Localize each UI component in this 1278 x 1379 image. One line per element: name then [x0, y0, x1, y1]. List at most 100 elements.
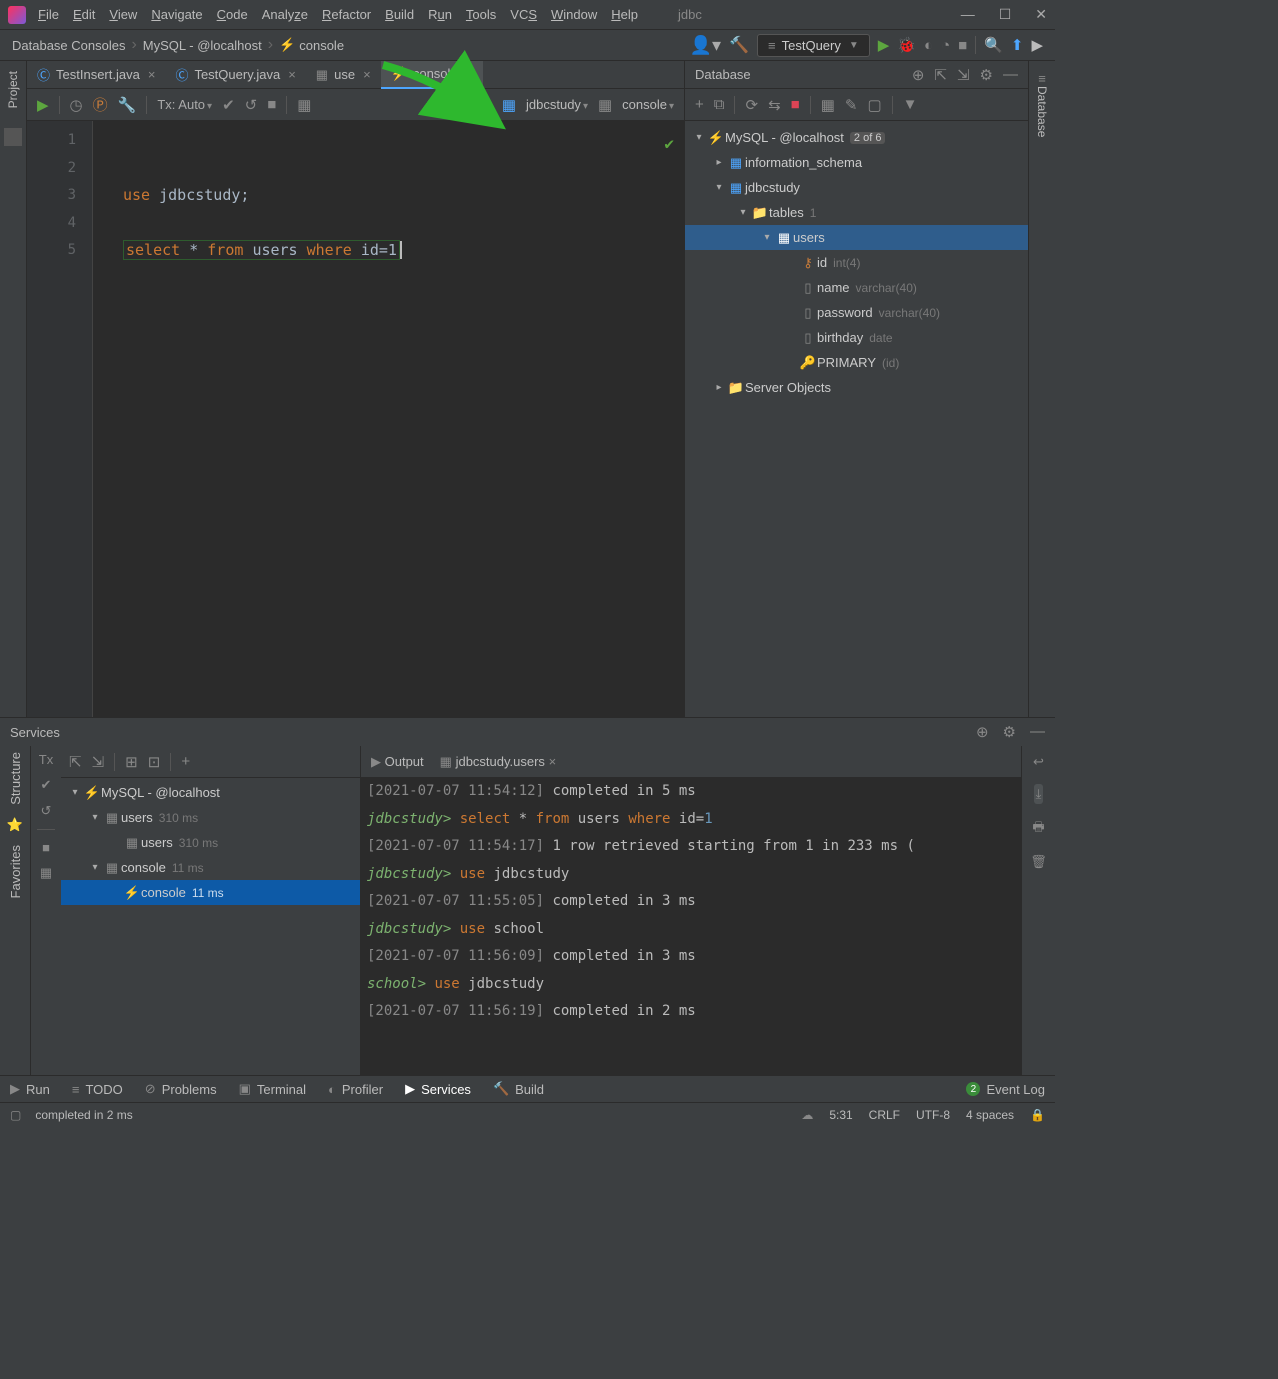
gear-icon[interactable]: ⚙	[980, 66, 993, 84]
hide-icon[interactable]: —	[1030, 723, 1045, 741]
tx-mode[interactable]: Tx: Auto▾	[157, 97, 212, 112]
menu-code[interactable]: Code	[217, 7, 248, 22]
menu-navigate[interactable]: Navigate	[151, 7, 202, 22]
menu-run[interactable]: Run	[428, 7, 452, 22]
plan-icon[interactable]: ◷	[70, 96, 83, 114]
execute-icon[interactable]: ▶	[37, 96, 49, 114]
code-editor[interactable]: use jdbcstudy; select * from users where…	[93, 121, 684, 717]
page-icon[interactable]: ▦	[40, 865, 52, 881]
target-icon[interactable]: ⊕	[976, 723, 989, 741]
print-icon[interactable]: 🖶	[1032, 818, 1044, 840]
build-icon[interactable]: 🔨	[729, 35, 749, 55]
bc-conn[interactable]: MySQL - @localhost	[143, 38, 262, 53]
run-icon[interactable]: ▶	[878, 36, 890, 54]
btab-profiler[interactable]: ◐Profiler	[328, 1082, 383, 1097]
menu-help[interactable]: Help	[611, 7, 638, 22]
ddl-icon[interactable]: ▢	[867, 96, 881, 114]
btab-terminal[interactable]: ▣Terminal	[239, 1081, 306, 1097]
line-sep[interactable]: CRLF	[869, 1108, 900, 1122]
tx-icon[interactable]: Tx	[39, 752, 53, 767]
debug-icon[interactable]: 🐞	[897, 36, 916, 54]
close-icon[interactable]: ✕	[1035, 6, 1047, 23]
menu-view[interactable]: View	[109, 7, 137, 22]
update-icon[interactable]: ⬆	[1011, 36, 1024, 54]
btab-todo[interactable]: ≡TODO	[72, 1082, 123, 1097]
menu-file[interactable]: File	[38, 7, 59, 22]
project-collapse-icon[interactable]	[4, 128, 22, 146]
profile-icon[interactable]: ◔	[941, 37, 950, 54]
favorites-tool[interactable]: Favorites	[8, 845, 23, 898]
explain-icon[interactable]: Ⓟ	[93, 94, 108, 115]
ide-features-icon[interactable]: ▶	[1031, 36, 1043, 54]
collapse-icon[interactable]: ⇲	[957, 66, 970, 84]
database-tool[interactable]: Database	[1035, 86, 1049, 137]
status-icon[interactable]: ▢	[10, 1108, 21, 1122]
inspection-ok-icon[interactable]: ✔	[664, 130, 674, 158]
btab-build[interactable]: 🔨Build	[493, 1081, 544, 1097]
page-icon[interactable]: ▦	[297, 96, 311, 114]
add-svc-icon[interactable]: +	[181, 753, 190, 770]
expand-icon[interactable]: ⇱	[934, 66, 947, 84]
hide-icon[interactable]: —	[1003, 66, 1018, 84]
menu-tools[interactable]: Tools	[466, 7, 496, 22]
close-icon[interactable]: ×	[148, 67, 156, 82]
services-tree[interactable]: ▾⚡MySQL - @localhost ▾▦users310 ms ▦user…	[61, 778, 360, 907]
user-icon[interactable]: 👤▾	[690, 35, 721, 56]
menu-analyze[interactable]: Analyze	[262, 7, 308, 22]
commit-icon[interactable]: ✔	[222, 96, 235, 114]
target-icon[interactable]: ⊕	[912, 66, 925, 84]
tab-console[interactable]: ⚡console×	[381, 61, 484, 89]
project-tool[interactable]: Project	[6, 71, 20, 108]
dup-icon[interactable]: ⧉	[714, 96, 725, 113]
wrench-icon[interactable]: 🔧	[118, 96, 137, 114]
coverage-icon[interactable]: ◐	[924, 37, 933, 54]
commit-icon[interactable]: ✔	[41, 777, 52, 793]
expand-icon[interactable]: ⇱	[69, 753, 82, 771]
sync-icon[interactable]: ⇆	[768, 96, 781, 114]
bc-db[interactable]: Database Consoles	[12, 38, 125, 53]
indent[interactable]: 4 spaces	[966, 1108, 1014, 1122]
cancel-icon[interactable]: ■	[42, 840, 50, 855]
menu-build[interactable]: Build	[385, 7, 414, 22]
bg-task-icon[interactable]: ☁	[801, 1108, 813, 1122]
encoding[interactable]: UTF-8	[916, 1108, 950, 1122]
menu-edit[interactable]: Edit	[73, 7, 95, 22]
menu-window[interactable]: Window	[551, 7, 597, 22]
refresh-icon[interactable]: ⟳	[745, 96, 758, 114]
search-icon[interactable]: 🔍	[984, 36, 1003, 54]
run-config-select[interactable]: ≡ TestQuery ▼	[757, 34, 870, 57]
schema-select[interactable]: jdbcstudy▾	[526, 97, 588, 112]
tab-use[interactable]: ▦use×	[306, 61, 381, 89]
bc-console[interactable]: console	[299, 38, 344, 53]
btab-problems[interactable]: ⊘Problems	[145, 1081, 217, 1097]
session-select[interactable]: console▾	[622, 97, 674, 112]
scroll-end-icon[interactable]: ⤓	[1034, 784, 1044, 804]
close-icon[interactable]: ×	[549, 754, 557, 769]
tab-testquery[interactable]: ⒸTestQuery.java×	[165, 61, 305, 89]
btab-services[interactable]: ▶Services	[405, 1081, 471, 1097]
cancel-icon[interactable]: ■	[267, 96, 276, 113]
group-icon[interactable]: ⊞	[125, 753, 138, 771]
stop-icon[interactable]: ■	[958, 37, 967, 54]
close-icon[interactable]: ×	[363, 67, 371, 82]
menu-refactor[interactable]: Refactor	[322, 7, 371, 22]
menu-vcs[interactable]: VCS	[510, 7, 537, 22]
console-output[interactable]: [2021-07-07 11:54:12] completed in 5 ms …	[361, 778, 1021, 1075]
close-icon[interactable]: ×	[466, 66, 474, 81]
output-tab[interactable]: ▶ Output	[371, 754, 424, 770]
close-icon[interactable]: ×	[288, 67, 296, 82]
rollback-icon[interactable]: ↺	[41, 803, 52, 819]
cursor-pos[interactable]: 5:31	[829, 1108, 852, 1122]
lock-icon[interactable]: 🔒	[1030, 1108, 1045, 1122]
filter-icon[interactable]: ▼	[903, 96, 918, 113]
add-icon[interactable]: +	[695, 96, 704, 113]
minimize-icon[interactable]: —	[961, 6, 975, 23]
soft-wrap-icon[interactable]: ↩	[1033, 754, 1044, 770]
rollback-icon[interactable]: ↺	[245, 96, 258, 114]
gear-icon[interactable]: ⚙	[1003, 723, 1016, 741]
collapse-icon[interactable]: ⇲	[92, 753, 105, 771]
split-icon[interactable]: ⊡	[148, 753, 161, 771]
users-tab[interactable]: ▦ jdbcstudy.users ×	[440, 754, 557, 770]
database-tree[interactable]: ▾⚡MySQL - @localhost2 of 6 ▸▦information…	[685, 121, 1028, 717]
structure-tool[interactable]: Structure	[8, 752, 23, 805]
